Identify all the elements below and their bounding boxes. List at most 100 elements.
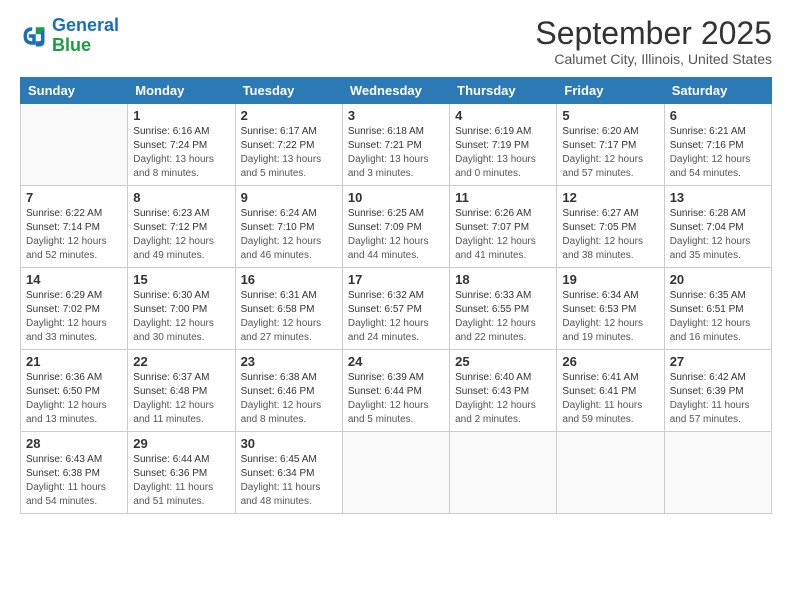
day-number: 25	[455, 354, 551, 369]
sunset-text: Sunset: 6:38 PM	[26, 467, 122, 481]
calendar-cell: 19Sunrise: 6:34 AMSunset: 6:53 PMDayligh…	[557, 268, 664, 350]
daylight-text: Daylight: 12 hours and 30 minutes.	[133, 317, 229, 345]
calendar-cell: 30 Sunrise: 6:45 AMSunset: 6:34 PMDayligh…	[235, 432, 342, 514]
daylight-text: Daylight: 12 hours and 44 minutes.	[348, 235, 444, 263]
sunrise-text: Sunrise: 6:38 AM	[241, 371, 337, 385]
day-number: 28	[26, 436, 122, 451]
day-number: 20	[670, 272, 766, 287]
calendar-week-1: 1Sunrise: 6:16 AMSunset: 7:24 PMDaylight…	[21, 104, 772, 186]
sunset-text: Sunset: 6:51 PM	[670, 303, 766, 317]
calendar-cell: 10Sunrise: 6:25 AMSunset: 7:09 PMDayligh…	[342, 186, 449, 268]
calendar-cell: 14Sunrise: 6:29 AMSunset: 7:02 PMDayligh…	[21, 268, 128, 350]
col-tuesday: Tuesday	[235, 78, 342, 104]
calendar-cell: 20Sunrise: 6:35 AMSunset: 6:51 PMDayligh…	[664, 268, 771, 350]
sunset-text: Sunset: 6:41 PM	[562, 385, 658, 399]
sunset-text: Sunset: 6:53 PM	[562, 303, 658, 317]
calendar-week-4: 21Sunrise: 6:36 AMSunset: 6:50 PMDayligh…	[21, 350, 772, 432]
day-number: 5	[562, 108, 658, 123]
sunrise-text: Sunrise: 6:17 AM	[241, 125, 337, 139]
sunrise-text: Sunrise: 6:30 AM	[133, 289, 229, 303]
logo-text: General Blue	[52, 16, 119, 56]
day-number: 12	[562, 190, 658, 205]
sunrise-text: Sunrise: 6:45 AM	[241, 453, 337, 467]
sunset-text: Sunset: 6:39 PM	[670, 385, 766, 399]
sunrise-text: Sunrise: 6:33 AM	[455, 289, 551, 303]
sunrise-text: Sunrise: 6:27 AM	[562, 207, 658, 221]
daylight-text: Daylight: 12 hours and 24 minutes.	[348, 317, 444, 345]
calendar-cell: 27Sunrise: 6:42 AMSunset: 6:39 PMDayligh…	[664, 350, 771, 432]
calendar-cell: 23Sunrise: 6:38 AMSunset: 6:46 PMDayligh…	[235, 350, 342, 432]
calendar-cell: 4Sunrise: 6:19 AMSunset: 7:19 PMDaylight…	[450, 104, 557, 186]
day-number: 18	[455, 272, 551, 287]
sunrise-text: Sunrise: 6:25 AM	[348, 207, 444, 221]
day-number: 22	[133, 354, 229, 369]
col-saturday: Saturday	[664, 78, 771, 104]
daylight-text: Daylight: 11 hours and 48 minutes.	[241, 481, 337, 509]
daylight-text: Daylight: 12 hours and 11 minutes.	[133, 399, 229, 427]
calendar-cell: 3Sunrise: 6:18 AMSunset: 7:21 PMDaylight…	[342, 104, 449, 186]
daylight-text: Daylight: 11 hours and 59 minutes.	[562, 399, 658, 427]
sunset-text: Sunset: 6:43 PM	[455, 385, 551, 399]
calendar-cell: 21Sunrise: 6:36 AMSunset: 6:50 PMDayligh…	[21, 350, 128, 432]
calendar-cell	[342, 432, 449, 514]
day-number: 16	[241, 272, 337, 287]
day-number: 2	[241, 108, 337, 123]
calendar-week-5: 28Sunrise: 6:43 AMSunset: 6:38 PMDayligh…	[21, 432, 772, 514]
sunrise-text: Sunrise: 6:21 AM	[670, 125, 766, 139]
daylight-text: Daylight: 12 hours and 46 minutes.	[241, 235, 337, 263]
day-number: 15	[133, 272, 229, 287]
calendar-week-3: 14Sunrise: 6:29 AMSunset: 7:02 PMDayligh…	[21, 268, 772, 350]
sunset-text: Sunset: 6:46 PM	[241, 385, 337, 399]
day-number: 10	[348, 190, 444, 205]
day-number: 8	[133, 190, 229, 205]
calendar-cell	[557, 432, 664, 514]
daylight-text: Daylight: 13 hours and 8 minutes.	[133, 153, 229, 181]
calendar-header-row: Sunday Monday Tuesday Wednesday Thursday…	[21, 78, 772, 104]
calendar-cell: 9Sunrise: 6:24 AMSunset: 7:10 PMDaylight…	[235, 186, 342, 268]
sunset-text: Sunset: 6:57 PM	[348, 303, 444, 317]
daylight-text: Daylight: 12 hours and 13 minutes.	[26, 399, 122, 427]
calendar-cell	[664, 432, 771, 514]
calendar-cell: 17 Sunrise: 6:32 AMSunset: 6:57 PMDayligh…	[342, 268, 449, 350]
calendar-cell: 29Sunrise: 6:44 AMSunset: 6:36 PMDayligh…	[128, 432, 235, 514]
calendar-cell: 25Sunrise: 6:40 AMSunset: 6:43 PMDayligh…	[450, 350, 557, 432]
calendar-cell: 13Sunrise: 6:28 AMSunset: 7:04 PMDayligh…	[664, 186, 771, 268]
header: General Blue September 2025 Calumet City…	[20, 16, 772, 67]
day-number: 30	[241, 436, 337, 451]
sunrise-text: Sunrise: 6:37 AM	[133, 371, 229, 385]
sunset-text: Sunset: 7:16 PM	[670, 139, 766, 153]
daylight-text: Daylight: 11 hours and 57 minutes.	[670, 399, 766, 427]
col-friday: Friday	[557, 78, 664, 104]
sunrise-text: Sunrise: 6:32 AM	[348, 289, 444, 303]
calendar-cell: 11Sunrise: 6:26 AMSunset: 7:07 PMDayligh…	[450, 186, 557, 268]
col-wednesday: Wednesday	[342, 78, 449, 104]
day-number: 17	[348, 272, 444, 287]
daylight-text: Daylight: 12 hours and 54 minutes.	[670, 153, 766, 181]
sunset-text: Sunset: 7:07 PM	[455, 221, 551, 235]
sunrise-text: Sunrise: 6:29 AM	[26, 289, 122, 303]
sunrise-text: Sunrise: 6:19 AM	[455, 125, 551, 139]
sunrise-text: Sunrise: 6:41 AM	[562, 371, 658, 385]
sunrise-text: Sunrise: 6:36 AM	[26, 371, 122, 385]
sunrise-text: Sunrise: 6:44 AM	[133, 453, 229, 467]
daylight-text: Daylight: 12 hours and 41 minutes.	[455, 235, 551, 263]
daylight-text: Daylight: 12 hours and 16 minutes.	[670, 317, 766, 345]
daylight-text: Daylight: 12 hours and 57 minutes.	[562, 153, 658, 181]
logo: General Blue	[20, 16, 119, 56]
sunrise-text: Sunrise: 6:24 AM	[241, 207, 337, 221]
sunset-text: Sunset: 7:14 PM	[26, 221, 122, 235]
daylight-text: Daylight: 13 hours and 0 minutes.	[455, 153, 551, 181]
calendar-cell	[21, 104, 128, 186]
daylight-text: Daylight: 12 hours and 52 minutes.	[26, 235, 122, 263]
sunset-text: Sunset: 7:05 PM	[562, 221, 658, 235]
sunset-text: Sunset: 7:00 PM	[133, 303, 229, 317]
sunset-text: Sunset: 6:58 PM	[241, 303, 337, 317]
calendar-cell: 8Sunrise: 6:23 AMSunset: 7:12 PMDaylight…	[128, 186, 235, 268]
page: General Blue September 2025 Calumet City…	[0, 0, 792, 612]
calendar-cell: 28Sunrise: 6:43 AMSunset: 6:38 PMDayligh…	[21, 432, 128, 514]
daylight-text: Daylight: 12 hours and 2 minutes.	[455, 399, 551, 427]
sunrise-text: Sunrise: 6:39 AM	[348, 371, 444, 385]
sunrise-text: Sunrise: 6:26 AM	[455, 207, 551, 221]
logo-icon	[20, 22, 48, 50]
sunset-text: Sunset: 6:34 PM	[241, 467, 337, 481]
